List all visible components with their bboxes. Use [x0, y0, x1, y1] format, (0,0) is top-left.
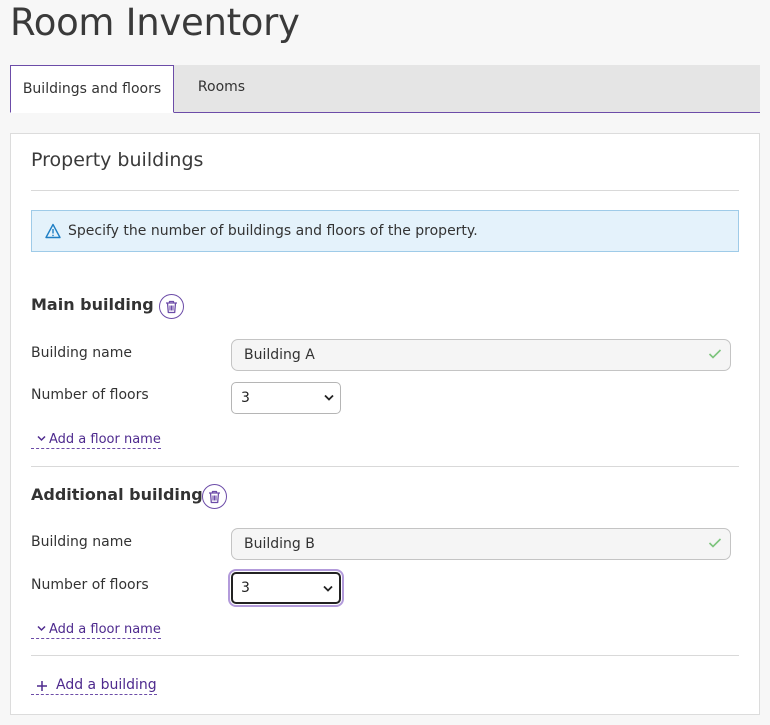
building-name-input[interactable]: Building B — [231, 528, 731, 560]
warning-triangle-icon — [45, 223, 61, 239]
trash-icon — [166, 300, 177, 313]
number-of-floors-label: Number of floors — [31, 387, 149, 403]
chevron-down-icon — [324, 394, 334, 401]
info-alert: Specify the number of buildings and floo… — [31, 210, 739, 252]
building-name-label: Building name — [31, 345, 132, 361]
tab-rooms[interactable]: Rooms — [174, 65, 269, 113]
plus-icon — [37, 681, 47, 691]
building-name-value: Building B — [244, 536, 315, 552]
tab-buildings-and-floors[interactable]: Buildings and floors — [10, 65, 174, 113]
floors-selected-value: 3 — [241, 580, 250, 596]
chevron-down-icon — [323, 585, 333, 592]
number-of-floors-select[interactable]: 3 — [228, 569, 344, 607]
building-name-label: Building name — [31, 534, 132, 550]
check-icon — [708, 349, 722, 359]
building-heading: Main building — [31, 295, 154, 314]
chevron-down-icon — [37, 435, 46, 442]
add-floor-name-link[interactable]: Add a floor name — [31, 432, 161, 449]
add-floor-name-label: Add a floor name — [49, 622, 161, 637]
property-buildings-panel: Property buildings Specify the number of… — [10, 133, 760, 715]
add-building-link[interactable]: Add a building — [31, 678, 157, 695]
building-heading: Additional building — [31, 485, 203, 504]
check-icon — [708, 538, 722, 548]
tab-bar: Buildings and floors Rooms — [10, 65, 760, 113]
delete-building-button[interactable] — [202, 484, 227, 509]
floors-selected-value: 3 — [241, 390, 250, 406]
building-name-input[interactable]: Building A — [231, 339, 731, 371]
add-building-label: Add a building — [56, 677, 157, 693]
alert-text: Specify the number of buildings and floo… — [68, 223, 478, 239]
building-name-value: Building A — [244, 347, 315, 363]
delete-building-button[interactable] — [159, 294, 184, 319]
section-title: Property buildings — [31, 149, 204, 171]
page-title: Room Inventory — [10, 1, 300, 44]
divider — [31, 655, 739, 656]
divider — [31, 466, 739, 467]
add-floor-name-link[interactable]: Add a floor name — [31, 622, 161, 639]
add-floor-name-label: Add a floor name — [49, 432, 161, 447]
number-of-floors-label: Number of floors — [31, 577, 149, 593]
number-of-floors-select[interactable]: 3 — [231, 382, 341, 414]
trash-icon — [209, 490, 220, 503]
divider — [31, 190, 739, 191]
chevron-down-icon — [37, 625, 46, 632]
